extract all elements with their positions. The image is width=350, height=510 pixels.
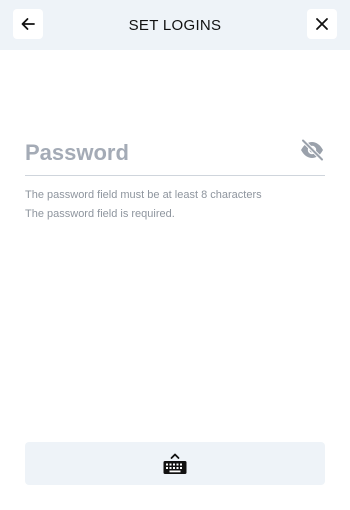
password-input[interactable] — [25, 136, 285, 170]
close-icon — [316, 18, 328, 30]
password-field — [25, 132, 325, 176]
error-required: The password field is required. — [25, 208, 175, 220]
page-title: SET LOGINS — [128, 17, 222, 34]
toggle-password-visibility-button[interactable] — [299, 138, 325, 162]
set-logins-screen: SET LOGINS The password field must be at… — [0, 0, 350, 510]
keyboard-show-icon — [163, 453, 187, 474]
eye-off-icon — [301, 139, 324, 161]
top-bar: SET LOGINS — [0, 0, 350, 50]
close-button[interactable] — [307, 9, 337, 39]
validation-errors: The password field must be at least 8 ch… — [25, 186, 325, 224]
keyboard-toggle-bar[interactable] — [25, 442, 325, 485]
error-min-length: The password field must be at least 8 ch… — [25, 189, 262, 201]
